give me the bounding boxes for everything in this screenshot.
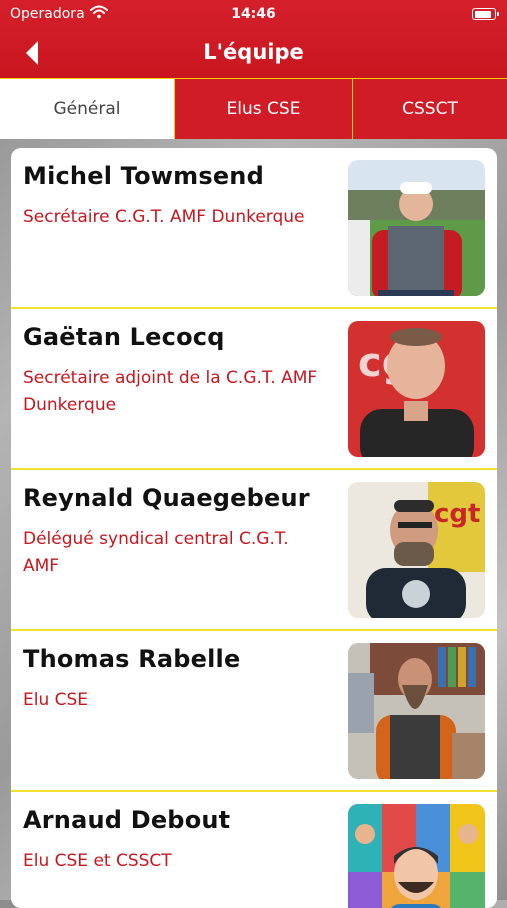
member-photo: cgt [348,482,485,618]
member-name: Thomas Rabelle [23,645,241,673]
battery-icon [472,8,499,20]
list-item[interactable]: Gaëtan Lecocq Secrétaire adjoint de la C… [11,309,497,470]
list-item[interactable]: Michel Towmsend Secrétaire C.G.T. AMF Du… [11,148,497,309]
svg-text:cgt: cgt [434,499,480,529]
member-photo [348,643,485,779]
member-role: Elu CSE et CSSCT [23,851,172,871]
page-title: L'équipe [203,40,304,64]
member-role: Délégué syndical central C.G.T. AMF [23,529,289,576]
member-role: Secrétaire C.G.T. AMF Dunkerque [23,207,305,227]
tab-bar: Général Elus CSE CSSCT [0,78,507,139]
member-name: Michel Towmsend [23,162,264,190]
member-photo [348,804,485,908]
member-role: Elu CSE [23,690,89,710]
tab-elus-cse[interactable]: Elus CSE [175,79,353,139]
list-item[interactable]: Thomas Rabelle Elu CSE [11,631,497,792]
member-name: Gaëtan Lecocq [23,323,225,351]
app-header: Operadora 14:46 L'équipe [0,0,507,78]
tab-cssct[interactable]: CSSCT [353,79,507,139]
member-name: Reynald Quaegebeur [23,484,310,512]
member-name: Arnaud Debout [23,806,231,834]
tab-general[interactable]: Général [0,79,175,139]
list-item[interactable]: Arnaud Debout Elu CSE et CSSCT [11,792,497,908]
list-item[interactable]: Reynald Quaegebeur Délégué syndical cent… [11,470,497,631]
member-photo: cgt [348,321,485,457]
member-role: Secrétaire adjoint de la C.G.T. AMF Dunk… [23,368,318,415]
member-photo [348,160,485,296]
status-bar: Operadora 14:46 [0,0,507,28]
status-time: 14:46 [231,6,276,22]
team-list: Michel Towmsend Secrétaire C.G.T. AMF Du… [11,148,497,908]
